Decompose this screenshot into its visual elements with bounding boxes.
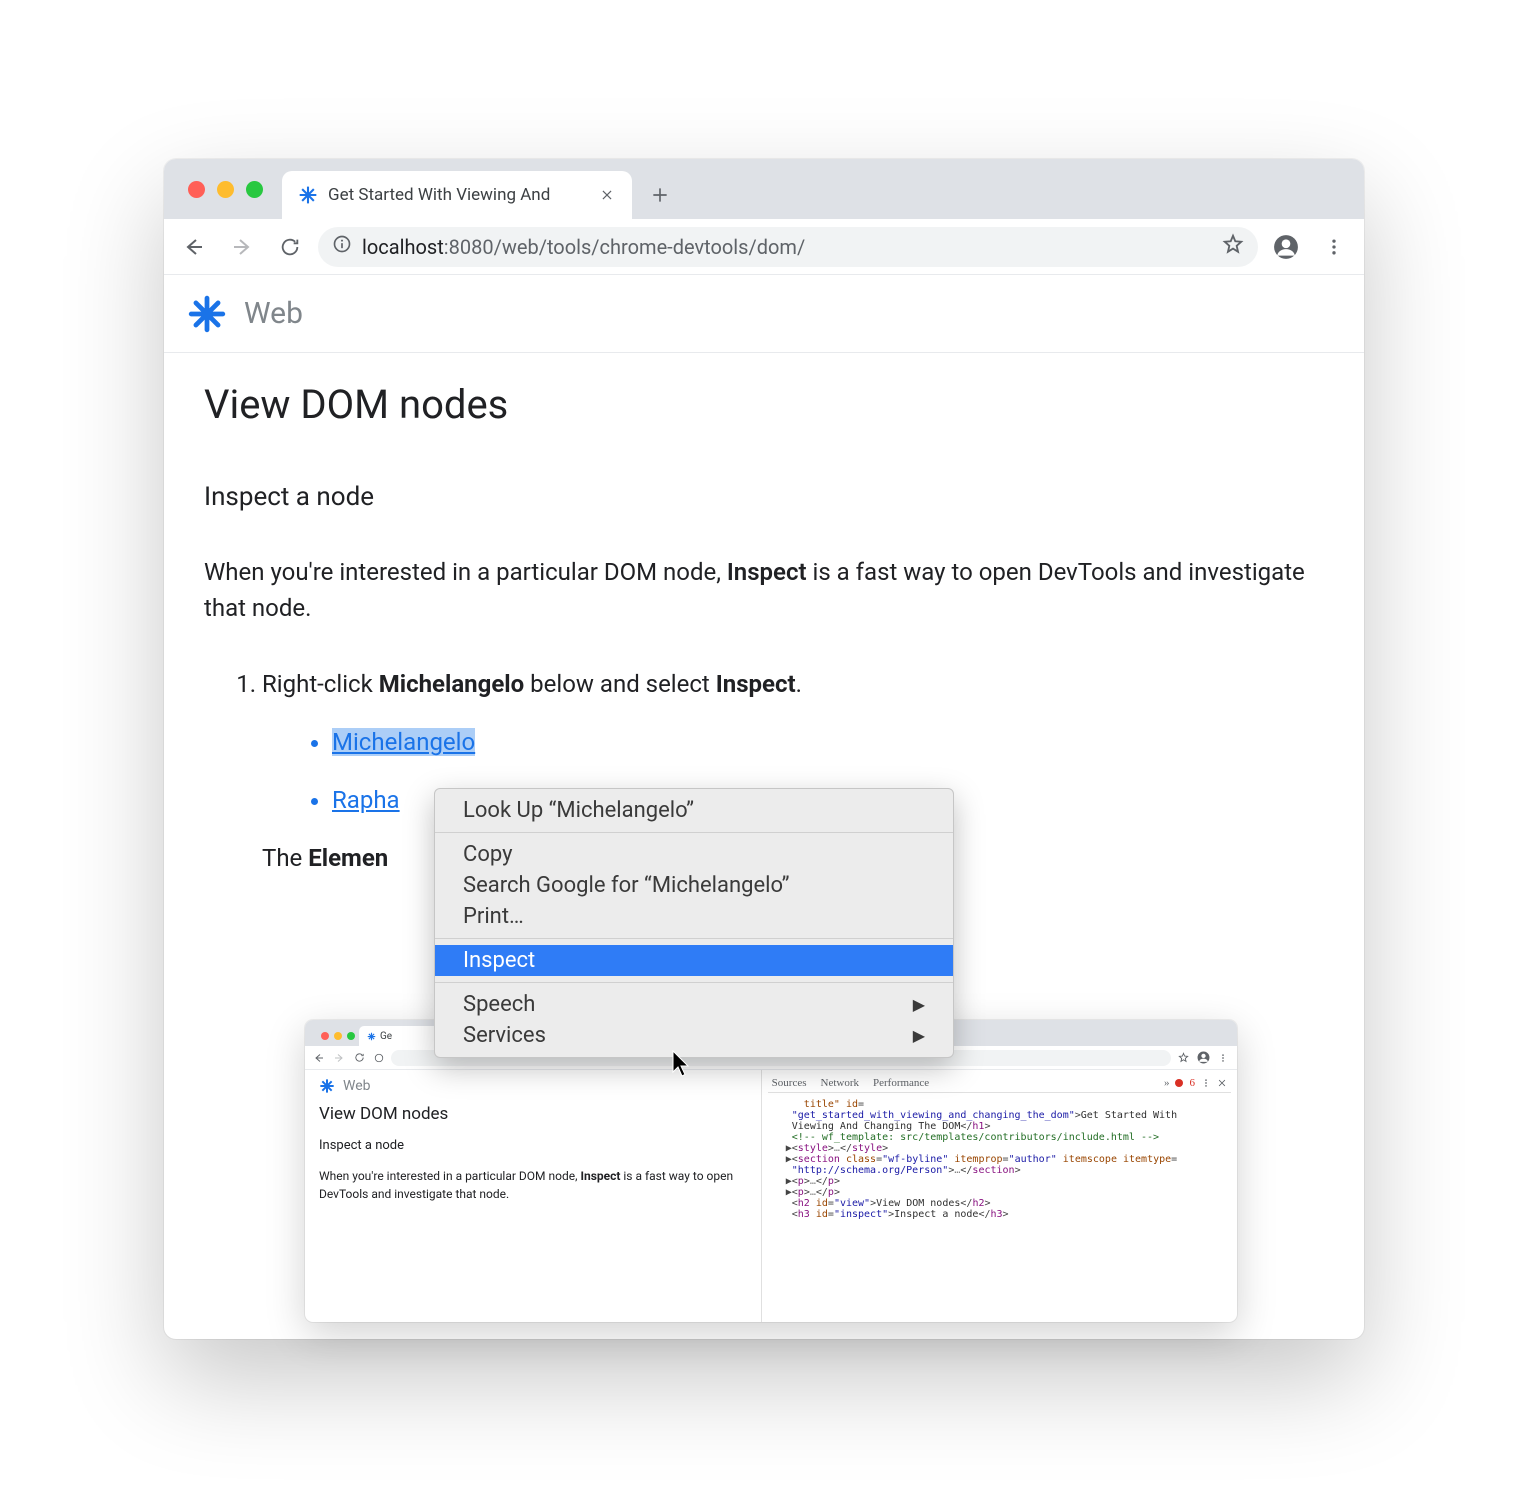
bookmark-star-icon[interactable] xyxy=(1222,233,1244,260)
devtools-tabs: Sources Network Performance » 6 xyxy=(768,1074,1231,1093)
devtools-panel: Sources Network Performance » 6 title" i… xyxy=(762,1070,1237,1322)
url-text: localhost:8080/web/tools/chrome-devtools… xyxy=(362,235,805,259)
nested-maximize-button xyxy=(347,1032,355,1040)
cursor-icon xyxy=(672,1050,692,1082)
nested-logo-icon xyxy=(319,1078,335,1094)
nested-h1: View DOM nodes xyxy=(319,1104,747,1124)
context-menu-separator xyxy=(435,832,953,833)
context-menu-inspect[interactable]: Inspect xyxy=(435,945,953,976)
devtools-error-badge xyxy=(1175,1079,1183,1087)
address-bar[interactable]: localhost:8080/web/tools/chrome-devtools… xyxy=(318,227,1258,267)
context-menu-copy[interactable]: Copy xyxy=(435,839,953,870)
artist-michelangelo[interactable]: Michelangelo xyxy=(332,728,1324,756)
devtools-tab-performance: Performance xyxy=(873,1077,929,1089)
site-title: Web xyxy=(244,296,303,331)
nested-reload-icon xyxy=(351,1050,367,1066)
submenu-arrow-icon: ▶ xyxy=(913,1026,925,1045)
submenu-arrow-icon: ▶ xyxy=(913,995,925,1014)
devtools-close-icon xyxy=(1217,1078,1227,1088)
devtools-code: title" id= "get_started_with_viewing_and… xyxy=(768,1099,1231,1220)
menu-button[interactable] xyxy=(1314,227,1354,267)
nested-screenshot: Ge Web View DOM nodes Inspect a node Whe… xyxy=(305,1020,1237,1322)
devtools-tab-sources: Sources xyxy=(772,1077,807,1089)
close-tab-button[interactable] xyxy=(598,186,616,204)
nested-star-icon xyxy=(1175,1050,1191,1066)
devtools-tab-network: Network xyxy=(821,1077,860,1089)
intro-paragraph: When you're interested in a particular D… xyxy=(204,554,1324,626)
site-header: Web xyxy=(164,275,1364,353)
devtools-tabs-more: » 6 xyxy=(1164,1077,1227,1089)
tab-strip: Get Started With Viewing And xyxy=(164,159,1364,219)
context-menu-lookup[interactable]: Look Up “Michelangelo” xyxy=(435,795,953,826)
nested-h2: Inspect a node xyxy=(319,1138,747,1153)
site-logo-icon xyxy=(188,295,226,333)
section-heading: Inspect a node xyxy=(204,482,1324,512)
forward-button[interactable] xyxy=(222,227,262,267)
nested-window-controls xyxy=(313,1026,363,1046)
context-menu-separator xyxy=(435,982,953,983)
tab-title: Get Started With Viewing And xyxy=(328,185,588,205)
page-heading: View DOM nodes xyxy=(204,381,1324,428)
nested-body: Web View DOM nodes Inspect a node When y… xyxy=(305,1070,1237,1322)
nested-forward-icon xyxy=(331,1050,347,1066)
maximize-window-button[interactable] xyxy=(246,181,263,198)
profile-button[interactable] xyxy=(1266,227,1306,267)
site-info-icon[interactable] xyxy=(332,234,352,259)
nested-minimize-button xyxy=(334,1032,342,1040)
close-window-button[interactable] xyxy=(188,181,205,198)
new-tab-button[interactable] xyxy=(640,175,680,215)
nested-paragraph: When you're interested in a particular D… xyxy=(319,1167,747,1203)
context-menu-search[interactable]: Search Google for “Michelangelo” xyxy=(435,870,953,901)
context-menu-services[interactable]: Services ▶ xyxy=(435,1020,953,1051)
nested-info-icon xyxy=(371,1050,387,1066)
nested-profile-icon xyxy=(1195,1050,1211,1066)
nested-page: Web View DOM nodes Inspect a node When y… xyxy=(305,1070,762,1322)
context-menu-print[interactable]: Print… xyxy=(435,901,953,932)
favicon-icon xyxy=(298,185,318,205)
back-button[interactable] xyxy=(174,227,214,267)
reload-button[interactable] xyxy=(270,227,310,267)
nested-back-icon xyxy=(311,1050,327,1066)
browser-toolbar: localhost:8080/web/tools/chrome-devtools… xyxy=(164,219,1364,275)
nested-close-button xyxy=(321,1032,329,1040)
minimize-window-button[interactable] xyxy=(217,181,234,198)
nested-menu-icon xyxy=(1215,1050,1231,1066)
context-menu-speech[interactable]: Speech ▶ xyxy=(435,989,953,1020)
context-menu-separator xyxy=(435,938,953,939)
window-controls xyxy=(188,181,263,198)
nested-tab: Ge xyxy=(359,1026,439,1046)
context-menu: Look Up “Michelangelo” Copy Search Googl… xyxy=(434,788,954,1058)
nested-site-title: Web xyxy=(343,1078,371,1094)
devtools-settings-icon xyxy=(1201,1078,1211,1088)
browser-tab[interactable]: Get Started With Viewing And xyxy=(282,171,632,219)
